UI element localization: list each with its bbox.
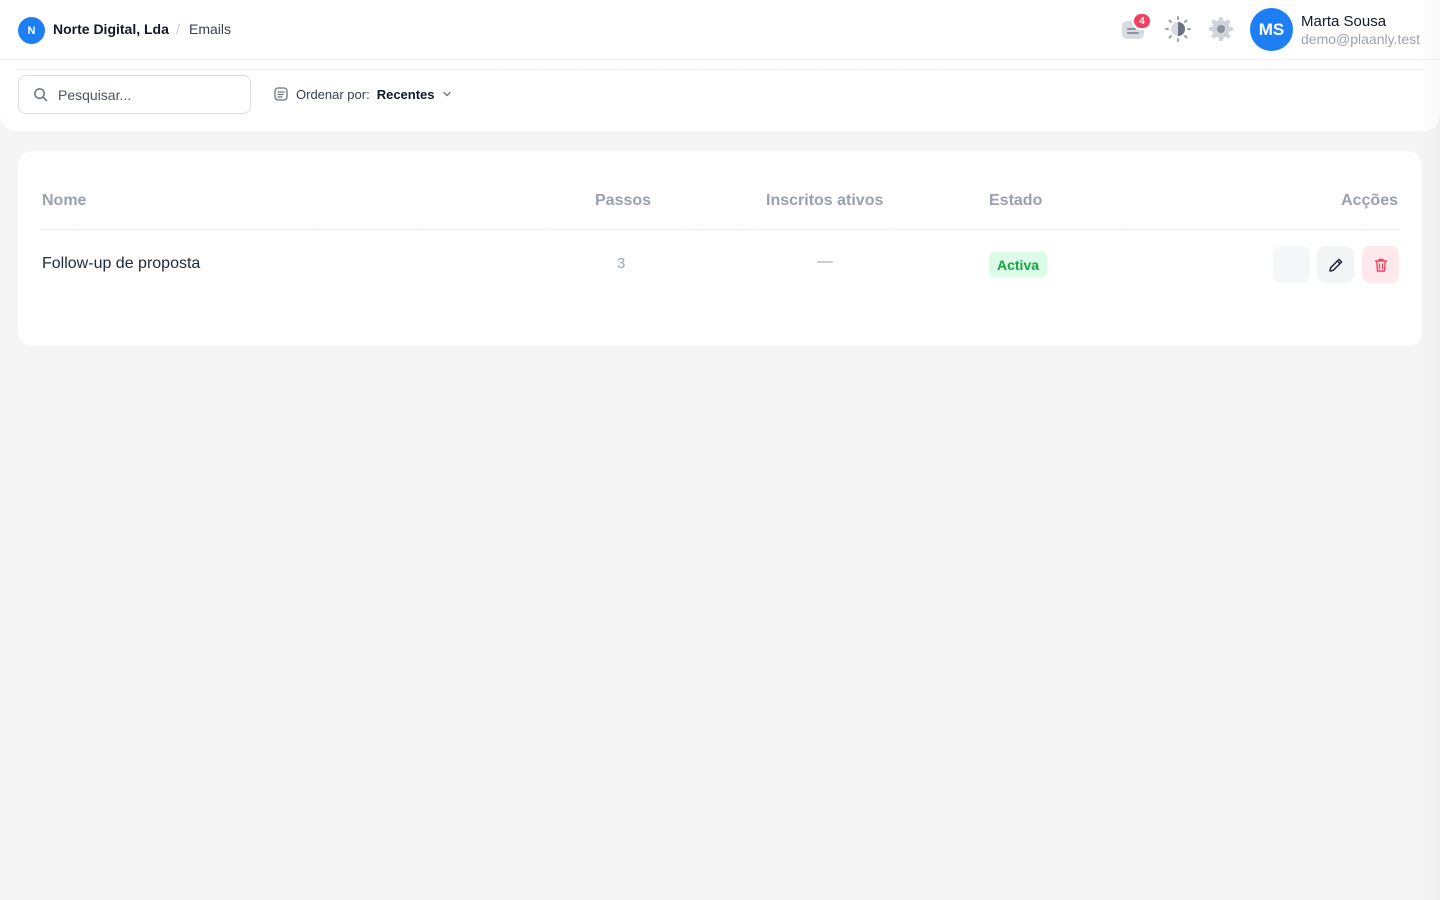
user-avatar[interactable]: MS: [1250, 8, 1293, 51]
sort-label: Ordenar por:: [296, 86, 370, 102]
status-badge: Activa: [989, 252, 1048, 277]
search-input[interactable]: [58, 76, 244, 113]
top-header: N Norte Digital, Lda / Emails 4 MS Marta…: [0, 0, 1440, 60]
steps-count: 3: [617, 255, 626, 272]
delete-button[interactable]: [1362, 246, 1399, 283]
column-header-status[interactable]: Estado: [989, 192, 1042, 210]
breadcrumb-org[interactable]: Norte Digital, Lda: [53, 21, 169, 37]
active-subscribers-count: —: [817, 253, 833, 270]
trash-icon: [1374, 258, 1387, 272]
sort-dropdown[interactable]: Ordenar por: Recentes: [274, 85, 452, 103]
column-header-steps[interactable]: Passos: [595, 192, 651, 210]
column-header-name[interactable]: Nome: [42, 192, 86, 210]
row-action-button[interactable]: [1273, 246, 1310, 283]
list-toolbar: Ordenar por: Recentes: [0, 60, 1440, 131]
notification-count-badge: 4: [1132, 12, 1152, 30]
sequence-name-link[interactable]: Follow-up de proposta: [42, 255, 200, 273]
search-icon: [34, 88, 48, 102]
breadcrumb-current-page: Emails: [189, 21, 232, 37]
column-header-actions: Acções: [1341, 192, 1398, 209]
search-box[interactable]: [18, 75, 251, 114]
chevron-down-icon: [442, 91, 451, 97]
gear-icon: [1209, 17, 1233, 41]
theme-toggle-icon: [1165, 16, 1191, 42]
settings-button[interactable]: [1206, 14, 1236, 44]
sort-value: Recentes: [376, 86, 435, 102]
toolbar-divider: [18, 69, 1422, 70]
theme-toggle-button[interactable]: [1163, 14, 1193, 44]
emails-table-card: Nome Passos Inscritos ativos Estado Acçõ…: [18, 151, 1422, 346]
user-name[interactable]: Marta Sousa: [1301, 13, 1386, 30]
table-header-divider: [42, 229, 1398, 230]
breadcrumb-separator: /: [176, 21, 180, 37]
edit-button[interactable]: [1317, 246, 1354, 283]
user-email: demo@plaanly.test: [1301, 31, 1421, 47]
sort-icon: [274, 87, 288, 101]
column-header-active-subscribers[interactable]: Inscritos ativos: [766, 192, 883, 210]
org-avatar[interactable]: N: [18, 17, 45, 44]
scroll-edge-shade: [1418, 0, 1440, 900]
pencil-icon: [1328, 258, 1342, 272]
